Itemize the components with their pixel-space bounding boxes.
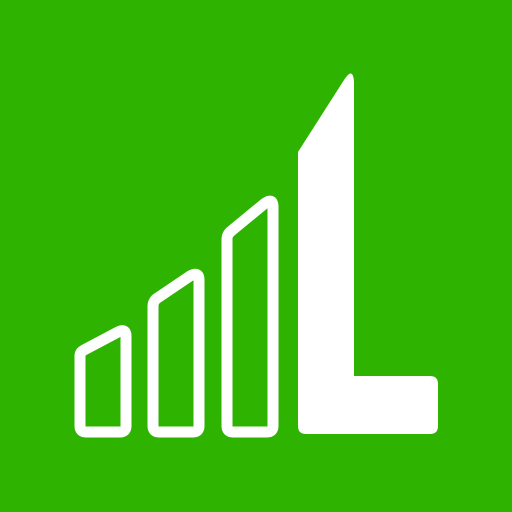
app-icon <box>0 0 512 512</box>
signal-bars-with-letter-l-logo-icon <box>0 0 512 512</box>
